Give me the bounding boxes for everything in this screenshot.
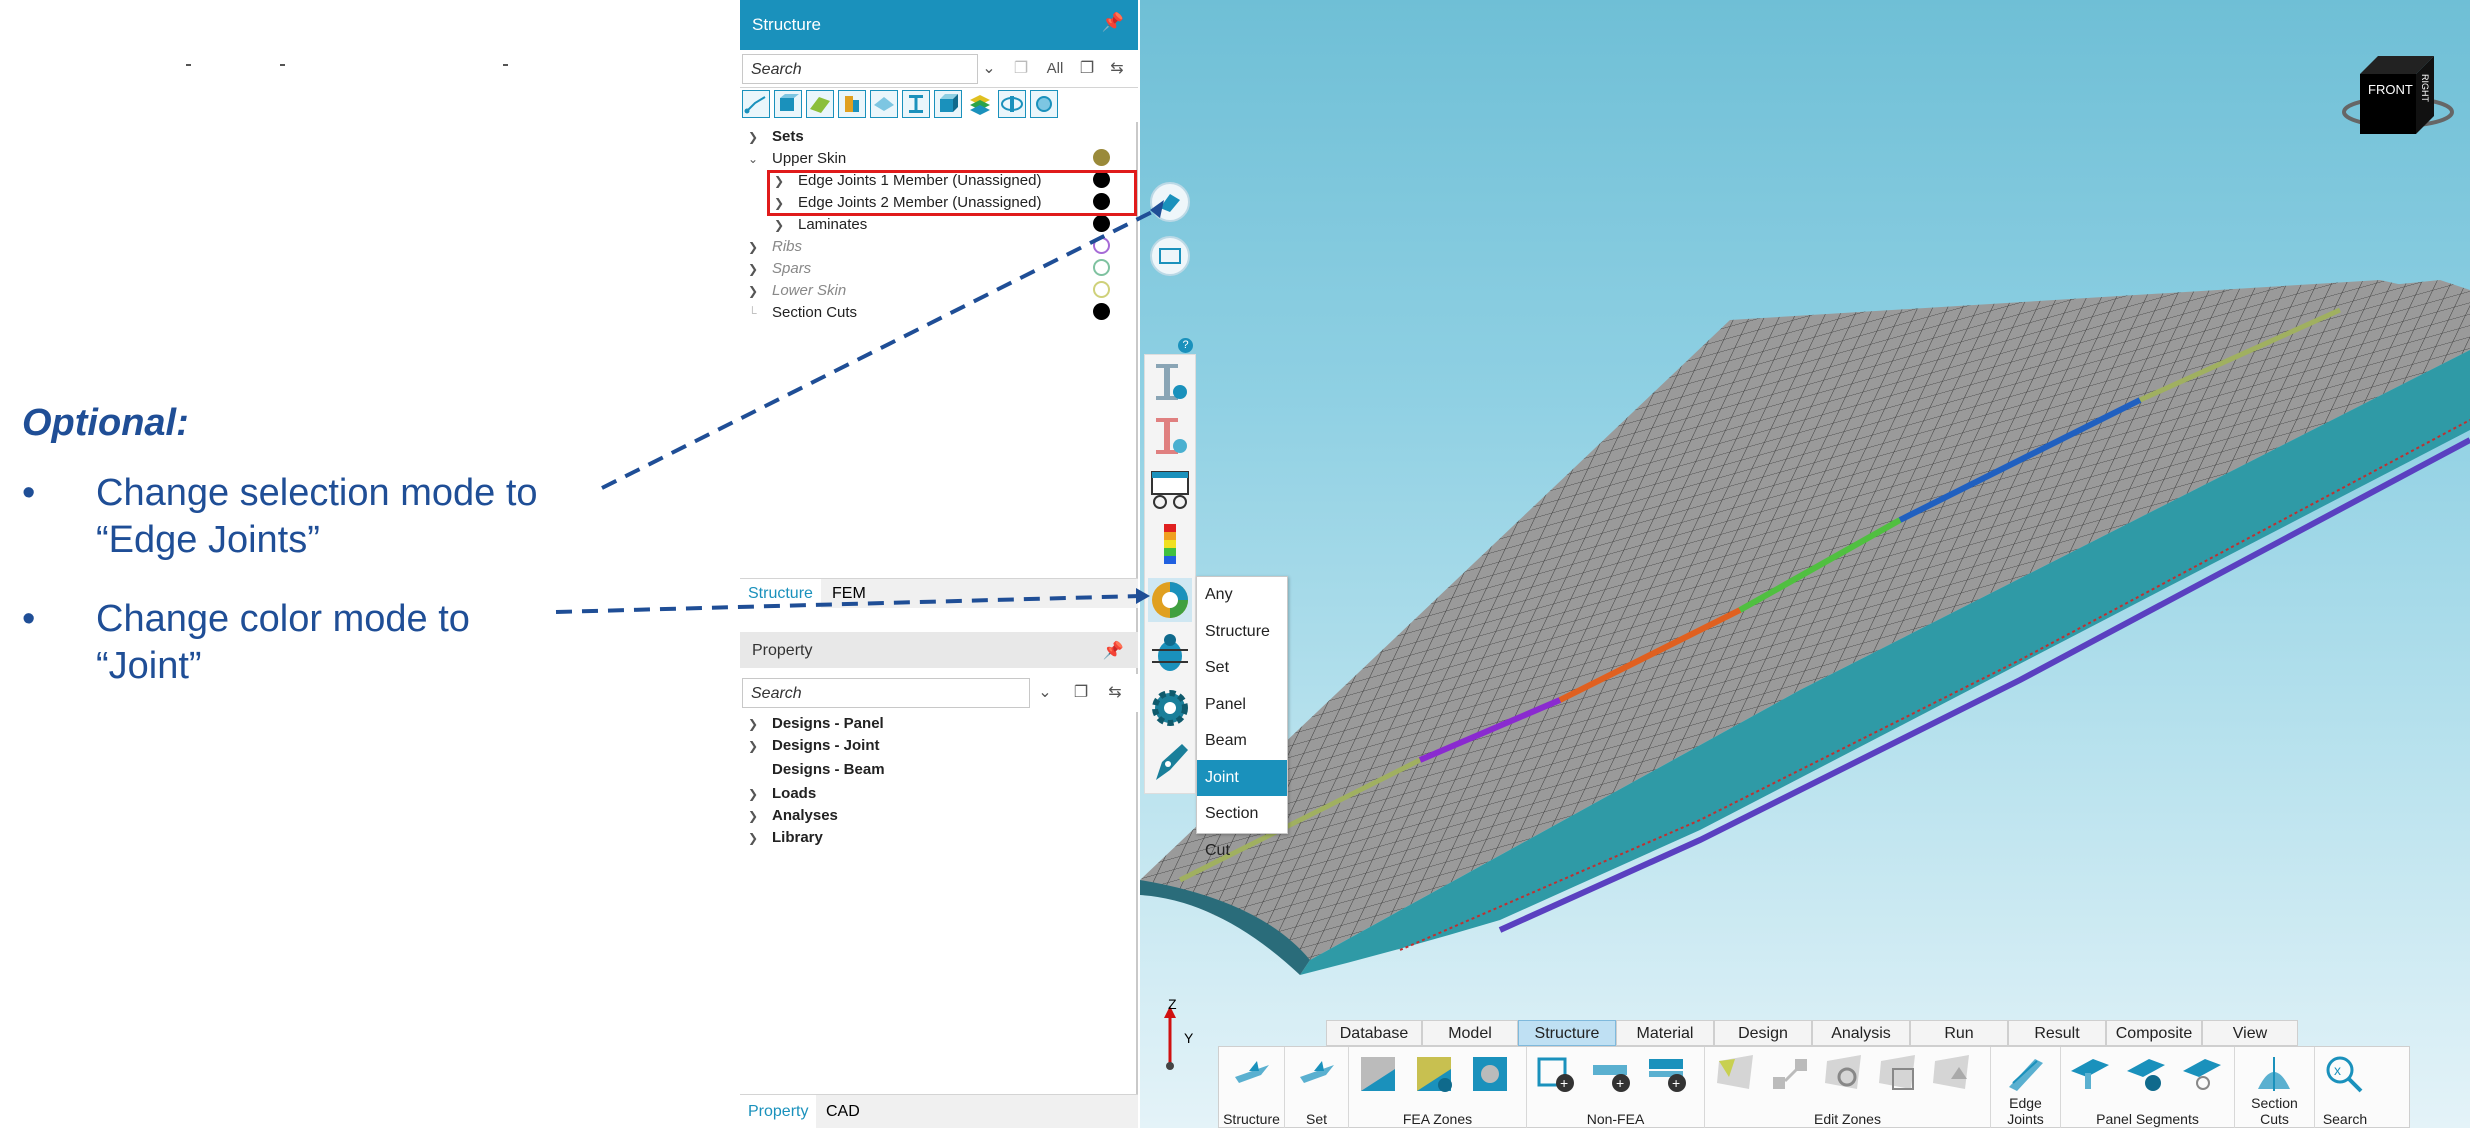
tab-analysis[interactable]: Analysis xyxy=(1812,1020,1910,1046)
ribbon-group-label: Set xyxy=(1305,1111,1327,1127)
edit-zone-select-button[interactable] xyxy=(1715,1053,1757,1095)
tab-design[interactable]: Design xyxy=(1714,1020,1812,1046)
svg-text:+: + xyxy=(1616,1075,1624,1091)
ribbon-group-label: Edit Zones xyxy=(1814,1111,1881,1127)
non-fea-add-line-button[interactable]: + xyxy=(1591,1053,1633,1095)
svg-text:+: + xyxy=(1672,1075,1680,1091)
non-fea-add-button[interactable]: + xyxy=(1535,1053,1577,1095)
ribbon-group-search: x Search xyxy=(2315,1047,2411,1128)
edge-joints-button[interactable] xyxy=(2005,1053,2047,1095)
set-plane-button[interactable] xyxy=(1296,1053,1338,1095)
ribbon-group-label: Panel Segments xyxy=(2096,1111,2199,1127)
tab-result[interactable]: Result xyxy=(2008,1020,2106,1046)
panel-segment-button[interactable] xyxy=(2069,1053,2111,1095)
search-icon[interactable]: x xyxy=(2323,1053,2365,1095)
ribbon-group-section-cuts: Section Cuts xyxy=(2235,1047,2315,1128)
tab-run[interactable]: Run xyxy=(1910,1020,2008,1046)
structure-plane-button[interactable] xyxy=(1231,1053,1273,1095)
tab-model[interactable]: Model xyxy=(1422,1020,1518,1046)
ribbon: Structure Set FEA Zones + + + Non-FEA Ed… xyxy=(1218,1046,2410,1128)
ribbon-group-panel-segments: Panel Segments xyxy=(2061,1047,2235,1128)
callout-lines xyxy=(555,200,1164,614)
panel-segment-link-button[interactable] xyxy=(2181,1053,2223,1095)
ribbon-group-set: Set xyxy=(1285,1047,1349,1128)
edit-zone-rotate-button[interactable] xyxy=(1823,1053,1865,1095)
section-cuts-button[interactable] xyxy=(2254,1053,2296,1095)
edit-zone-merge-button[interactable] xyxy=(1769,1053,1811,1095)
ribbon-group-label: Section Cuts xyxy=(2251,1095,2298,1127)
ribbon-group-edge-joints: Edge Joints xyxy=(1991,1047,2061,1128)
ribbon-group-label: Non-FEA xyxy=(1586,1111,1645,1127)
fea-zone-auto-button[interactable] xyxy=(1413,1053,1455,1095)
tab-material[interactable]: Material xyxy=(1616,1020,1714,1046)
svg-text:+: + xyxy=(1560,1075,1568,1091)
application-window: Optional: • Change selection mode to “Ed… xyxy=(0,0,2470,1128)
ribbon-group-label: Structure xyxy=(1223,1111,1280,1127)
tab-composite[interactable]: Composite xyxy=(2106,1020,2202,1046)
ribbon-group-edit-zones: Edit Zones xyxy=(1705,1047,1991,1128)
tab-view[interactable]: View xyxy=(2202,1020,2298,1046)
edit-zone-grid-button[interactable] xyxy=(1877,1053,1919,1095)
ribbon-group-label: Edge Joints xyxy=(2007,1095,2044,1127)
ribbon-group-fea-zones: FEA Zones xyxy=(1349,1047,1527,1128)
panel-segment-auto-button[interactable] xyxy=(2125,1053,2167,1095)
tab-database[interactable]: Database xyxy=(1326,1020,1422,1046)
ribbon-group-non-fea: + + + Non-FEA xyxy=(1527,1047,1705,1128)
non-fea-add-beam-button[interactable]: + xyxy=(1647,1053,1689,1095)
fea-zone-circle-button[interactable] xyxy=(1469,1053,1511,1095)
tab-structure-ribbon[interactable]: Structure xyxy=(1518,1020,1616,1046)
fea-zone-button[interactable] xyxy=(1357,1053,1399,1095)
svg-text:x: x xyxy=(2334,1062,2341,1078)
ribbon-group-label: Search xyxy=(2322,1111,2368,1127)
ribbon-group-label: FEA Zones xyxy=(1402,1111,1473,1127)
edit-zone-up-button[interactable] xyxy=(1931,1053,1973,1095)
ribbon-group-structure: Structure xyxy=(1219,1047,1285,1128)
